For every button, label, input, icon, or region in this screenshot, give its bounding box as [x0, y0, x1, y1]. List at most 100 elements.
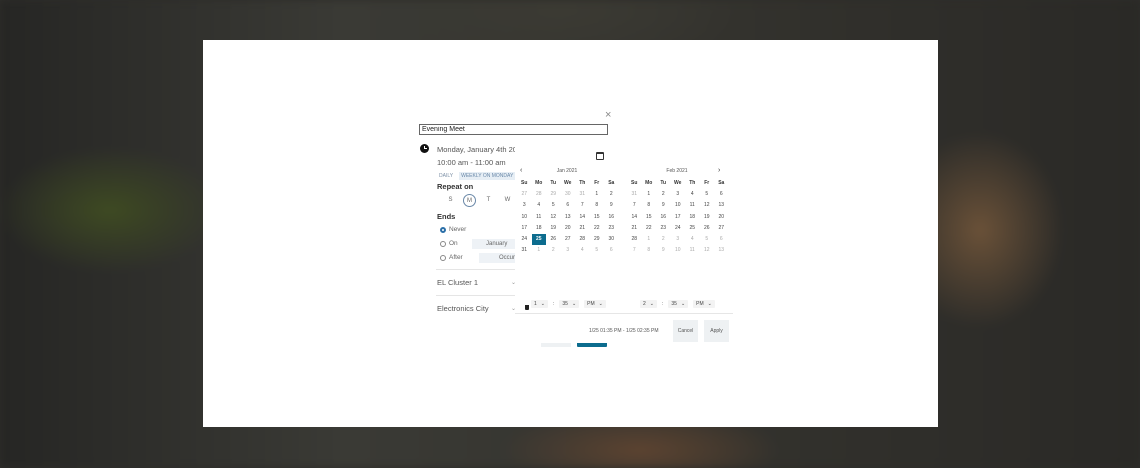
ends-on-date-field[interactable]: January: [472, 239, 515, 249]
right-calendar-day[interactable]: 13: [714, 200, 729, 211]
ends-on-option[interactable]: On: [440, 240, 458, 247]
event-time[interactable]: 10:00 am - 11:00 am: [437, 158, 506, 167]
left-calendar-day[interactable]: 27: [561, 234, 576, 245]
radio-unchecked-icon[interactable]: [440, 254, 446, 261]
left-calendar-day[interactable]: 20: [561, 223, 576, 234]
right-calendar-day[interactable]: 20: [714, 212, 729, 223]
left-calendar-day[interactable]: 1: [590, 189, 605, 200]
location-select[interactable]: Electronics City: [437, 304, 489, 313]
right-calendar-day[interactable]: 16: [656, 212, 671, 223]
end-minute-select[interactable]: 35 ⌄: [668, 300, 689, 308]
left-calendar-day[interactable]: 2: [546, 245, 561, 256]
left-calendar-day[interactable]: 15: [590, 212, 605, 223]
right-calendar-day[interactable]: 26: [700, 223, 715, 234]
left-calendar-day[interactable]: 4: [575, 245, 590, 256]
event-date[interactable]: Monday, January 4th 2021: [437, 145, 525, 154]
left-calendar-day[interactable]: 24: [517, 234, 532, 245]
picker-cancel-button[interactable]: Cancel: [673, 320, 698, 342]
left-calendar-day[interactable]: 14: [575, 212, 590, 223]
start-minute-select[interactable]: 35 ⌄: [559, 300, 580, 308]
left-calendar-day[interactable]: 18: [532, 223, 547, 234]
right-calendar-day[interactable]: 24: [671, 223, 686, 234]
weekday-monday[interactable]: M: [463, 194, 476, 207]
right-calendar-day[interactable]: 15: [642, 212, 657, 223]
cluster-select[interactable]: EL Cluster 1: [437, 278, 478, 287]
right-calendar-day[interactable]: 23: [656, 223, 671, 234]
recurrence-weekly-option[interactable]: WEEKLY ON MONDAY: [459, 172, 516, 180]
left-calendar-day[interactable]: 23: [604, 223, 619, 234]
right-calendar-day[interactable]: 18: [685, 212, 700, 223]
right-calendar-day[interactable]: 21: [627, 223, 642, 234]
weekday-tuesday[interactable]: T: [479, 194, 498, 207]
left-calendar-day[interactable]: 13: [561, 212, 576, 223]
picker-apply-button[interactable]: Apply: [704, 320, 729, 342]
right-calendar-day[interactable]: 11: [685, 245, 700, 256]
end-ampm-select[interactable]: PM ⌄: [693, 300, 715, 308]
right-calendar-day[interactable]: 8: [642, 200, 657, 211]
left-calendar-day[interactable]: 19: [546, 223, 561, 234]
start-hour-select[interactable]: 1 ⌄: [531, 300, 548, 308]
right-calendar-day[interactable]: 1: [642, 234, 657, 245]
left-calendar-day[interactable]: 3: [517, 200, 532, 211]
recurrence-daily-option[interactable]: DAILY: [437, 172, 455, 180]
right-calendar-day[interactable]: 17: [671, 212, 686, 223]
left-calendar-day[interactable]: 31: [575, 189, 590, 200]
right-calendar-day[interactable]: 4: [685, 234, 700, 245]
end-hour-select[interactable]: 2 ⌄: [640, 300, 657, 308]
right-calendar-day[interactable]: 3: [671, 189, 686, 200]
right-calendar-day[interactable]: 7: [627, 245, 642, 256]
right-calendar-day[interactable]: 1: [642, 189, 657, 200]
right-calendar-day[interactable]: 12: [700, 200, 715, 211]
left-calendar-day[interactable]: 26: [546, 234, 561, 245]
left-calendar-day[interactable]: 8: [590, 200, 605, 211]
right-calendar-day[interactable]: 22: [642, 223, 657, 234]
ends-after-option[interactable]: After: [440, 254, 463, 261]
right-calendar-day[interactable]: 3: [671, 234, 686, 245]
radio-checked-icon[interactable]: [440, 226, 446, 233]
right-calendar-day[interactable]: 31: [627, 189, 642, 200]
left-calendar-day[interactable]: 30: [604, 234, 619, 245]
left-calendar-day[interactable]: 29: [546, 189, 561, 200]
right-calendar-day[interactable]: 7: [627, 200, 642, 211]
right-calendar-day[interactable]: 8: [642, 245, 657, 256]
right-calendar-day[interactable]: 9: [656, 200, 671, 211]
left-calendar-day[interactable]: 1: [532, 245, 547, 256]
left-calendar-day[interactable]: 21: [575, 223, 590, 234]
left-calendar-day[interactable]: 7: [575, 200, 590, 211]
right-calendar-day[interactable]: 5: [700, 189, 715, 200]
right-calendar-day[interactable]: 25: [685, 223, 700, 234]
left-calendar-day[interactable]: 11: [532, 212, 547, 223]
right-calendar-day[interactable]: 27: [714, 223, 729, 234]
right-calendar-day[interactable]: 6: [714, 189, 729, 200]
left-calendar-day[interactable]: 29: [590, 234, 605, 245]
left-calendar-day[interactable]: 5: [546, 200, 561, 211]
left-calendar-day[interactable]: 5: [590, 245, 605, 256]
right-calendar-day[interactable]: 12: [700, 245, 715, 256]
left-calendar-day[interactable]: 9: [604, 200, 619, 211]
left-calendar-day[interactable]: 10: [517, 212, 532, 223]
right-calendar-day[interactable]: 2: [656, 189, 671, 200]
right-calendar-day[interactable]: 28: [627, 234, 642, 245]
chevron-down-icon[interactable]: ⌄: [511, 305, 516, 312]
left-calendar-day[interactable]: 30: [561, 189, 576, 200]
left-calendar-day[interactable]: 12: [546, 212, 561, 223]
trash-icon[interactable]: [524, 303, 530, 310]
calendar-icon[interactable]: [596, 152, 604, 160]
left-calendar-day[interactable]: 6: [561, 200, 576, 211]
start-ampm-select[interactable]: PM ⌄: [584, 300, 606, 308]
right-calendar-day[interactable]: 2: [656, 234, 671, 245]
left-calendar-day[interactable]: 27: [517, 189, 532, 200]
close-icon[interactable]: ×: [605, 110, 611, 121]
left-calendar-day[interactable]: 4: [532, 200, 547, 211]
left-calendar-day[interactable]: 28: [575, 234, 590, 245]
left-calendar-day[interactable]: 16: [604, 212, 619, 223]
right-calendar-day[interactable]: 9: [656, 245, 671, 256]
right-calendar-day[interactable]: 10: [671, 245, 686, 256]
left-calendar-day[interactable]: 17: [517, 223, 532, 234]
right-calendar-day[interactable]: 11: [685, 200, 700, 211]
left-calendar-day[interactable]: 31: [517, 245, 532, 256]
ends-after-count-field[interactable]: Occurrences: [479, 253, 515, 263]
left-calendar-day[interactable]: 2: [604, 189, 619, 200]
right-calendar-day[interactable]: 13: [714, 245, 729, 256]
right-calendar-day[interactable]: 10: [671, 200, 686, 211]
